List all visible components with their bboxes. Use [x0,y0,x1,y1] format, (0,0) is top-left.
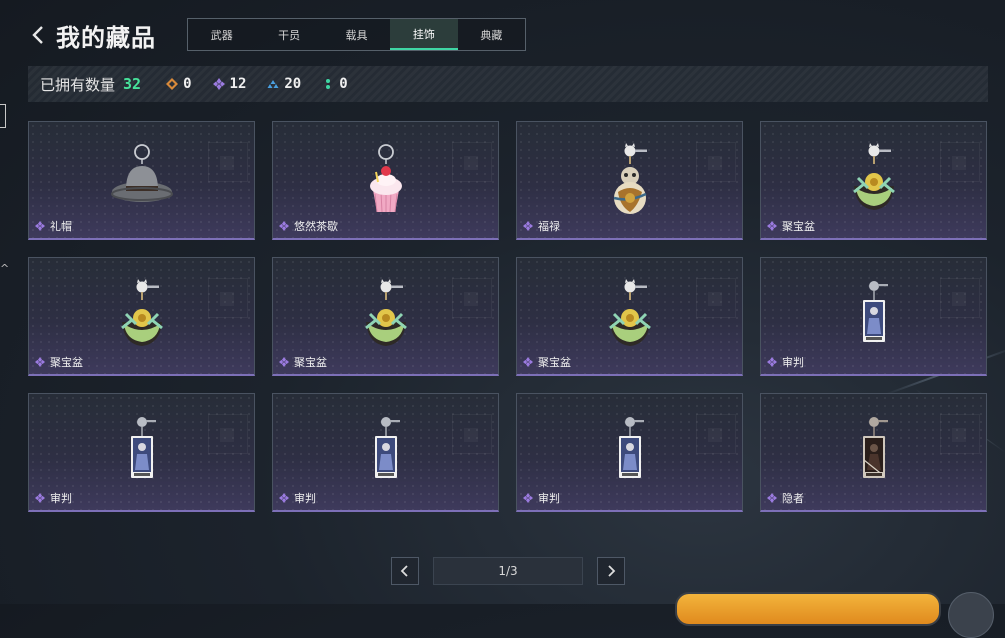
purple-diamond-icon [523,493,533,503]
collection-item-card[interactable]: 审判 [760,257,987,376]
item-label: 聚宝盆 [523,354,571,370]
hat-charm-image [29,142,254,220]
tab-3[interactable]: 挂饰 [390,19,458,50]
purple-diamond-icon [767,493,777,503]
tab-4[interactable]: 典藏 [458,19,525,50]
collection-item-card[interactable]: 福禄 [516,121,743,240]
item-label: 隐者 [767,490,804,506]
card-charm-image [517,414,742,492]
tab-1[interactable]: 干员 [255,19,322,50]
tab-0[interactable]: 武器 [188,19,255,50]
page-title: 我的藏品 [56,23,156,52]
green-dots-icon [321,77,335,91]
chevron-left-icon[interactable] [30,23,46,47]
category-tabs: 武器 干员 载具 挂饰 典藏 [187,18,526,51]
orange-diamond-icon [165,77,179,91]
blue-triangle-icon [266,77,280,91]
collection-item-card[interactable]: 聚宝盆 [272,257,499,376]
item-name: 聚宝盆 [538,356,571,369]
page-indicator: 1/3 [433,557,583,585]
gourd-charm-image [517,142,742,220]
purple-diamond-icon [279,357,289,367]
purple-diamond-icon [279,221,289,231]
side-caret-icon: ^ [0,262,10,275]
corner-round-button[interactable] [948,592,994,638]
item-name: 礼帽 [50,220,72,233]
tab-2[interactable]: 载具 [323,19,390,50]
collection-item-card[interactable]: 聚宝盆 [28,257,255,376]
card-charm-image [273,414,498,492]
purple-diamond-icon [212,77,226,91]
item-name: 聚宝盆 [294,356,327,369]
item-label: 聚宝盆 [35,354,83,370]
owned-count-value: 32 [123,75,142,93]
item-label: 审判 [767,354,804,370]
item-label: 聚宝盆 [767,218,815,234]
rarity-stat: 0 [165,76,192,92]
rarity-count: 12 [229,76,247,92]
item-label: 悠然茶歇 [279,218,338,234]
item-name: 聚宝盆 [50,356,83,369]
card-charm-image [29,414,254,492]
collection-stats-bar: 已拥有数量 32 0 12 20 0 [28,66,988,102]
item-name: 聚宝盆 [782,220,815,233]
purple-diamond-icon [35,221,45,231]
page-header: 我的藏品 [30,18,156,52]
bowl-charm-image [761,142,986,220]
rarity-count: 0 [339,76,348,92]
rarity-count: 0 [183,76,192,92]
item-name: 悠然茶歇 [294,220,338,233]
item-name: 审判 [50,492,72,505]
purple-diamond-icon [767,221,777,231]
purple-diamond-icon [279,493,289,503]
item-label: 审判 [279,490,316,506]
collection-item-card[interactable]: 悠然茶歇 [272,121,499,240]
collection-item-card[interactable]: 审判 [28,393,255,512]
bowl-charm-image [517,278,742,356]
item-name: 福禄 [538,220,560,233]
collection-item-card[interactable]: 审判 [272,393,499,512]
item-label: 聚宝盆 [279,354,327,370]
rarity-stats: 0 12 20 0 [165,76,368,92]
item-name: 审判 [294,492,316,505]
pagination: 1/3 [391,557,625,585]
card-dark-charm-image [761,414,986,492]
purple-diamond-icon [35,357,45,367]
bowl-charm-image [273,278,498,356]
purple-diamond-icon [35,493,45,503]
collection-item-card[interactable]: 聚宝盆 [760,121,987,240]
item-label: 审判 [523,490,560,506]
purple-diamond-icon [523,221,533,231]
card-charm-image [761,278,986,356]
chevron-left-icon [400,565,408,577]
collection-item-card[interactable]: 聚宝盆 [516,257,743,376]
primary-action-button[interactable] [675,592,941,626]
collection-item-card[interactable]: 审判 [516,393,743,512]
item-label: 审判 [35,490,72,506]
item-name: 审判 [782,356,804,369]
item-name: 隐者 [782,492,804,505]
item-name: 审判 [538,492,560,505]
rarity-stat: 20 [266,76,301,92]
prev-page-button[interactable] [391,557,419,585]
chevron-right-icon [608,565,616,577]
owned-count-label: 已拥有数量 [40,75,116,94]
bowl-charm-image [29,278,254,356]
collection-item-card[interactable]: 隐者 [760,393,987,512]
cupcake-charm-image [273,142,498,220]
rarity-count: 20 [284,76,302,92]
next-page-button[interactable] [597,557,625,585]
purple-diamond-icon [523,357,533,367]
side-handle[interactable] [0,104,6,128]
rarity-stat: 12 [212,76,247,92]
item-label: 礼帽 [35,218,72,234]
rarity-stat: 0 [321,76,348,92]
purple-diamond-icon [767,357,777,367]
collection-item-card[interactable]: 礼帽 [28,121,255,240]
item-label: 福禄 [523,218,560,234]
